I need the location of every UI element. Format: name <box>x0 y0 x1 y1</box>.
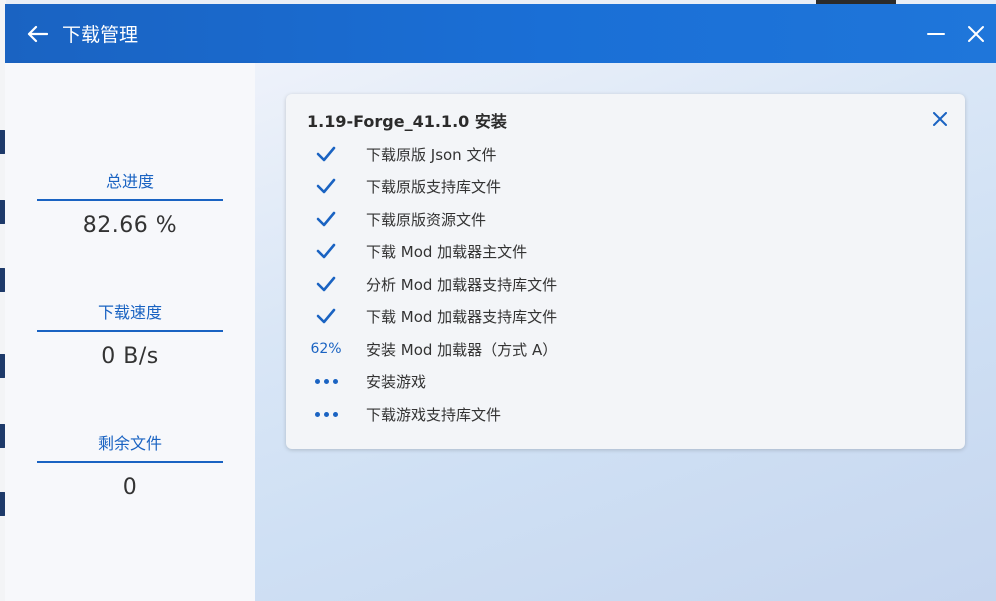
task-step: 62% 安装 Mod 加载器（方式 A） <box>286 333 926 365</box>
close-icon <box>933 112 947 126</box>
task-step: 下载游戏支持库文件 <box>286 398 926 430</box>
step-label: 下载原版支持库文件 <box>366 177 502 196</box>
task-step: 下载 Mod 加载器支持库文件 <box>286 300 926 332</box>
task-step: 分析 Mod 加载器支持库文件 <box>286 268 926 300</box>
task-step: 安装游戏 <box>286 365 926 397</box>
stats-sidebar: 总进度 82.66 % 下载速度 0 B/s 剩余文件 0 <box>5 63 255 601</box>
stat-label: 总进度 <box>37 168 223 201</box>
window-controls <box>916 4 996 63</box>
task-title: 1.19-Forge_41.1.0 安装 <box>307 112 507 131</box>
close-window-button[interactable] <box>956 4 996 63</box>
minimize-icon <box>927 32 945 35</box>
step-status <box>286 308 366 324</box>
stat-value: 0 B/s <box>101 344 159 369</box>
step-status <box>286 243 366 259</box>
task-step: 下载 Mod 加载器主文件 <box>286 235 926 267</box>
task-step: 下载原版资源文件 <box>286 203 926 235</box>
step-status <box>286 276 366 292</box>
step-label: 下载 Mod 加载器支持库文件 <box>366 307 558 326</box>
back-button[interactable] <box>5 4 69 63</box>
step-status <box>286 178 366 194</box>
step-status <box>286 146 366 162</box>
check-icon <box>316 276 336 292</box>
task-step: 下载原版支持库文件 <box>286 170 926 202</box>
window-title: 下载管理 <box>62 24 139 46</box>
stat-label: 剩余文件 <box>37 430 223 463</box>
cancel-task-button[interactable] <box>929 108 951 130</box>
task-step: 下载原版 Json 文件 <box>286 138 926 170</box>
minimize-button[interactable] <box>916 4 956 63</box>
stat-value: 0 <box>122 475 138 500</box>
more-dots-icon <box>314 411 338 417</box>
step-label: 安装 Mod 加载器（方式 A） <box>366 340 558 359</box>
arrow-left-icon <box>27 25 48 42</box>
check-icon <box>316 211 336 227</box>
check-icon <box>316 178 336 194</box>
download-manager-window: 下载管理 总进度 82.66 % 下载速度 0 B/s 剩余文件 0 1.19-… <box>5 4 996 601</box>
check-icon <box>316 243 336 259</box>
step-label: 下载原版 Json 文件 <box>366 145 497 164</box>
step-label: 下载游戏支持库文件 <box>366 405 502 424</box>
stat-total-progress: 总进度 82.66 % <box>37 168 223 238</box>
step-label: 下载 Mod 加载器主文件 <box>366 242 528 261</box>
step-status <box>286 411 366 417</box>
stat-value: 82.66 % <box>82 213 178 238</box>
step-status <box>286 211 366 227</box>
check-icon <box>316 308 336 324</box>
step-progress-text: 62% <box>310 341 342 357</box>
step-label: 下载原版资源文件 <box>366 210 487 229</box>
title-bar: 下载管理 <box>5 4 996 63</box>
step-label: 分析 Mod 加载器支持库文件 <box>366 275 558 294</box>
more-dots-icon <box>314 378 338 384</box>
stat-download-speed: 下载速度 0 B/s <box>37 299 223 369</box>
step-status <box>286 378 366 384</box>
main-panel: 1.19-Forge_41.1.0 安装 下载原版 Json 文件 下载原版支持… <box>255 63 996 601</box>
close-icon <box>968 25 984 42</box>
step-label: 安装游戏 <box>366 372 427 391</box>
check-icon <box>316 146 336 162</box>
stat-label: 下载速度 <box>37 299 223 332</box>
install-task-card: 1.19-Forge_41.1.0 安装 下载原版 Json 文件 下载原版支持… <box>286 94 965 449</box>
stat-remaining-files: 剩余文件 0 <box>37 430 223 500</box>
